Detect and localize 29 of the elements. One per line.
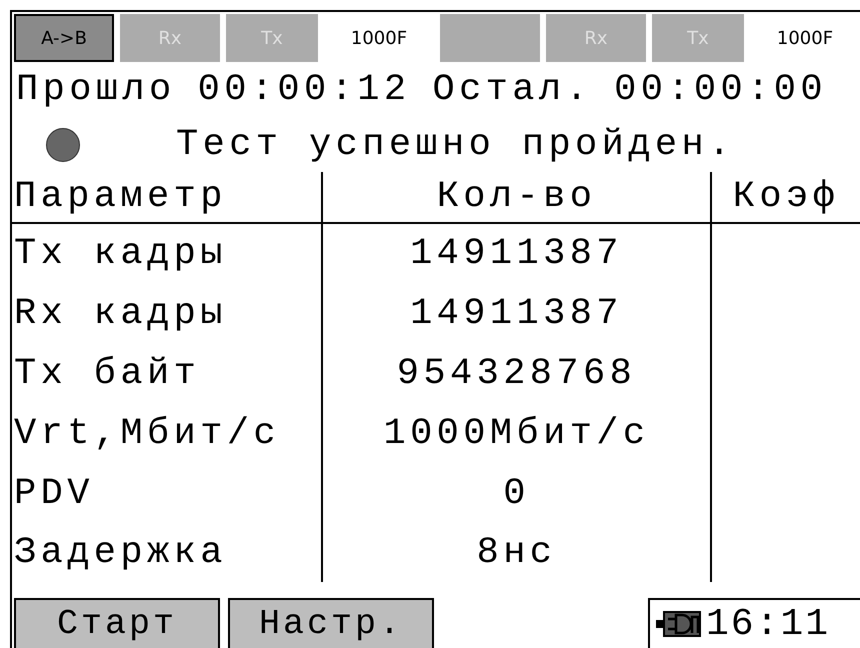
column-header: Параметр (12, 172, 323, 224)
table-cell: PDV (12, 464, 323, 524)
power-plug-icon (656, 609, 702, 639)
table-cell: Задержка (12, 524, 323, 582)
remaining-time: 00:00:00 (614, 68, 827, 110)
speed-label: 1000F (350, 26, 408, 50)
elapsed-label: Прошло (16, 68, 176, 110)
table-cell: 14911387 (323, 224, 712, 284)
clock-time: 16:11 (706, 602, 830, 646)
blank-button[interactable] (440, 14, 540, 62)
remaining-label: Остал. (432, 68, 592, 110)
table-cell: Tx кадры (12, 224, 323, 284)
table-cell: 14911387 (323, 284, 712, 344)
elapsed-time: 00:00:12 (198, 68, 410, 110)
table-cell: 1000Мбит/с (323, 404, 712, 464)
start-button[interactable]: Старт (14, 598, 220, 648)
table-cell: Vrt,Мбит/с (12, 404, 323, 464)
column-header: Коэф (712, 172, 860, 224)
table-cell: 954328768 (323, 344, 712, 404)
status-indicator-icon (46, 128, 80, 162)
table-cell: 8нс (323, 524, 712, 582)
table-cell: Tx байт (12, 344, 323, 404)
settings-button[interactable]: Настр. (228, 598, 434, 648)
status-message: Тест успешно пройден. (176, 124, 735, 166)
table-cell: 0 (323, 464, 712, 524)
table-cell: Rx кадры (12, 284, 323, 344)
speed-label: 1000F (776, 26, 834, 50)
column-header: Кол-во (323, 172, 712, 224)
mode-button[interactable]: A->B (14, 14, 114, 62)
